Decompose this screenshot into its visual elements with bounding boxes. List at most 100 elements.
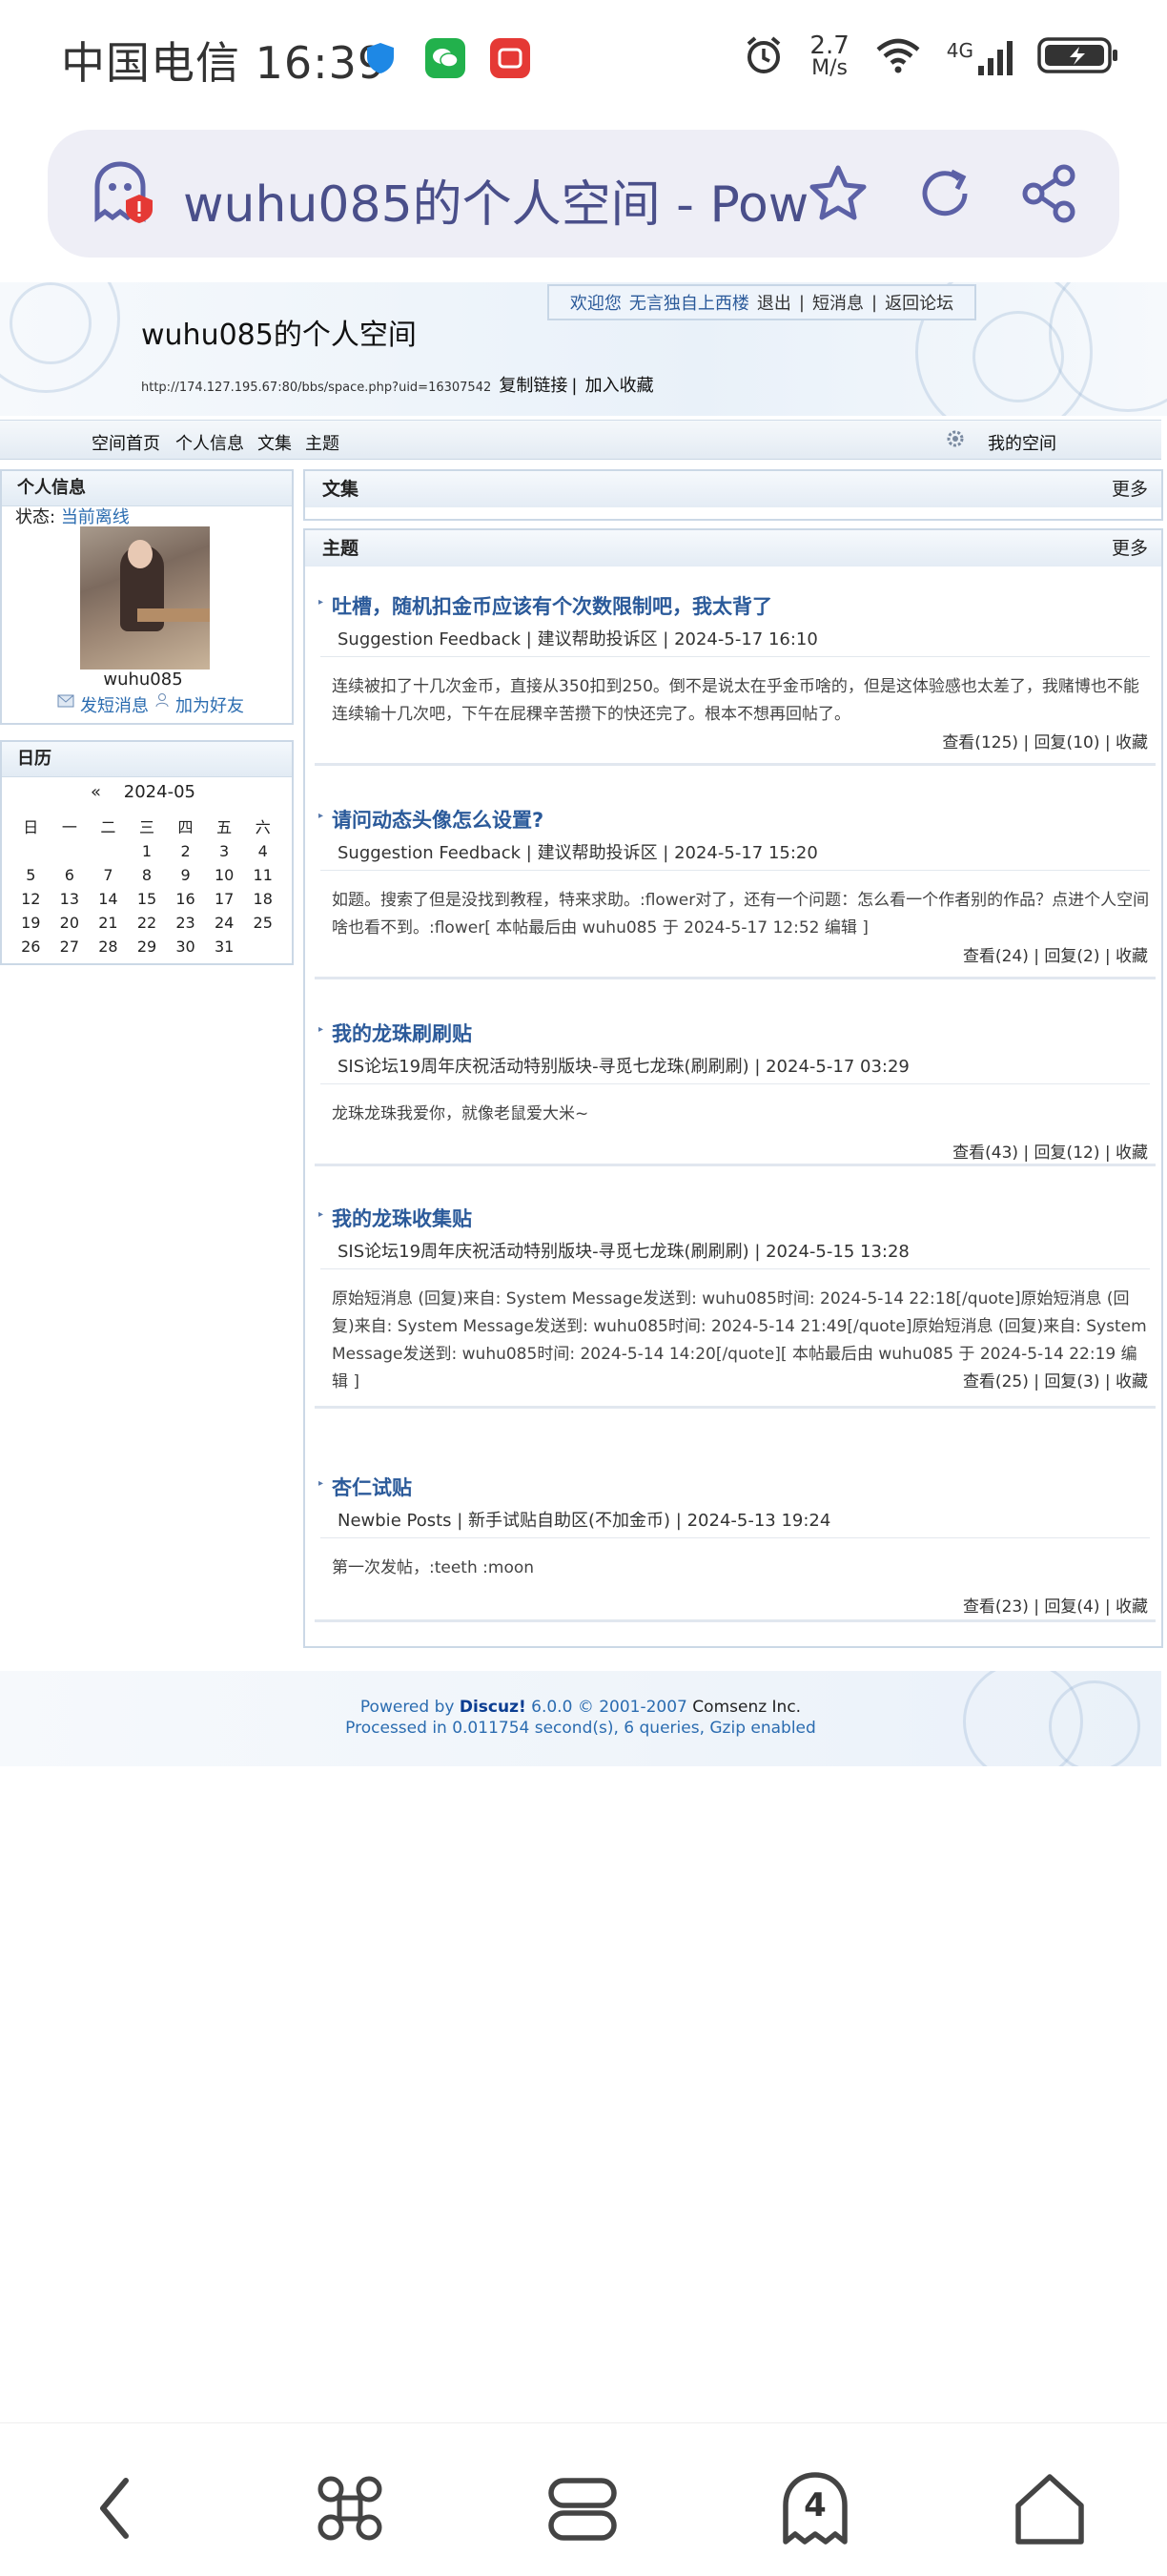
calendar-day[interactable]: 19 [11, 912, 51, 934]
topic-separator [315, 977, 1156, 979]
address-bar[interactable]: wuhu085的个人空间 - Pow [48, 130, 1119, 258]
gear-icon[interactable] [946, 429, 965, 448]
profile-username: wuhu085 [103, 670, 183, 690]
topic-title-link[interactable]: 请问动态头像怎么设置? [332, 805, 543, 834]
topic-stats[interactable]: 查看(24) | 回复(2) | 收藏 [963, 942, 1148, 966]
back-icon[interactable] [72, 2465, 158, 2551]
calendar-day[interactable]: 4 [243, 840, 282, 862]
space-url: http://174.127.195.67:80/bbs/space.php?u… [141, 381, 492, 395]
comsenz-link[interactable]: Comsenz Inc. [692, 1698, 801, 1717]
avatar[interactable] [80, 526, 210, 670]
calendar-weekday: 四 [177, 818, 194, 836]
topic-item: ▸ 吐槽，随机扣金币应该有个次数限制吧，我太背了 Suggestion Feedba… [305, 568, 1161, 778]
calendar-weekday: 日 [23, 818, 39, 836]
reload-icon[interactable] [911, 160, 978, 227]
calendar-month: 2024-05 [123, 782, 195, 802]
calendar-day[interactable]: 11 [243, 864, 282, 886]
send-message-link[interactable]: 发短消息 [80, 692, 149, 717]
home-icon[interactable] [1007, 2465, 1093, 2551]
welcome-user-link[interactable]: 无言独自上西楼 [629, 290, 749, 315]
calendar-day[interactable]: 18 [243, 888, 282, 910]
calendar-day[interactable]: 24 [205, 912, 244, 934]
net-speed: 2.7 M/s [809, 33, 849, 80]
alarm-icon [743, 34, 785, 80]
calendar-day[interactable]: 3 [205, 840, 244, 862]
messages-link[interactable]: 短消息 [812, 290, 864, 315]
calendar-weekday: 三 [138, 818, 154, 836]
nav-profile[interactable]: 个人信息 [175, 430, 244, 455]
discuz-link[interactable]: Discuz! [460, 1698, 526, 1717]
topics-more-link[interactable]: 更多 [1112, 530, 1148, 567]
network-type: 4G [946, 39, 973, 62]
topic-stats[interactable]: 查看(125) | 回复(10) | 收藏 [942, 729, 1148, 752]
carrier-time: 中国电信 16:39 [61, 37, 387, 89]
calendar-day[interactable]: 28 [89, 936, 128, 958]
topic-separator [315, 1164, 1156, 1166]
calendar-day[interactable]: 16 [166, 888, 205, 910]
calendar-weekday: 六 [255, 818, 271, 836]
welcome-bar: 欢迎您 无言独自上西楼 退出 | 短消息 | 返回论坛 [547, 284, 976, 320]
my-space-link[interactable]: 我的空间 [988, 430, 1056, 455]
tabs-stack-icon[interactable] [540, 2465, 625, 2551]
topics-heading: 主题 [322, 538, 359, 559]
copy-link[interactable]: 复制链接 [499, 376, 567, 396]
calendar-day[interactable]: 23 [166, 912, 205, 934]
add-friend-link[interactable]: 加为好友 [175, 692, 244, 717]
powered-by: Powered by [359, 1698, 455, 1717]
calendar-prev-month[interactable]: « [91, 782, 101, 802]
collection-panel: 文集 更多 [303, 469, 1163, 521]
calendar-day[interactable]: 22 [128, 912, 167, 934]
address-title[interactable]: wuhu085的个人空间 - Pow [183, 164, 812, 236]
calendar-day[interactable]: 7 [89, 864, 128, 886]
calendar-day[interactable]: 12 [11, 888, 51, 910]
status-value: 当前离线 [60, 507, 130, 527]
topic-bullet-icon: ▸ [318, 597, 324, 608]
space-title: wuhu085的个人空间 [141, 319, 417, 352]
logout-link[interactable]: 退出 [757, 290, 791, 315]
calendar-day[interactable]: 26 [11, 936, 51, 958]
topic-bullet-icon: ▸ [318, 1209, 324, 1220]
command-menu-icon[interactable] [307, 2465, 393, 2551]
nav-collection[interactable]: 文集 [257, 430, 292, 455]
topic-title-link[interactable]: 我的龙珠收集贴 [332, 1204, 472, 1232]
nav-space-home[interactable]: 空间首页 [92, 430, 160, 455]
calendar-day[interactable]: 27 [51, 936, 90, 958]
add-favorite-link[interactable]: 加入收藏 [585, 376, 654, 396]
ghost-security-warning-icon[interactable] [90, 158, 156, 225]
calendar-day[interactable]: 20 [51, 912, 90, 934]
topic-stats[interactable]: 查看(23) | 回复(4) | 收藏 [963, 1593, 1148, 1617]
calendar-day[interactable]: 1 [128, 840, 167, 862]
calendar-day[interactable]: 30 [166, 936, 205, 958]
calendar-day[interactable]: 14 [89, 888, 128, 910]
calendar-day[interactable]: 13 [51, 888, 90, 910]
calendar-day[interactable]: 31 [205, 936, 244, 958]
calendar-day[interactable]: 2 [166, 840, 205, 862]
calendar-day[interactable]: 10 [205, 864, 244, 886]
topic-title-link[interactable]: 我的龙珠刷刷贴 [332, 1019, 472, 1047]
topic-title-link[interactable]: 杏仁试贴 [332, 1473, 412, 1501]
topic-item: ▸ 我的龙珠收集贴 SIS论坛19周年庆祝活动特别版块-寻觅七龙珠(刷刷刷) | 2… [305, 1181, 1161, 1429]
calendar-day[interactable]: 9 [166, 864, 205, 886]
page-footer: Powered by Discuz! 6.0.0 © 2001-2007 Com… [0, 1671, 1161, 1766]
calendar-day[interactable]: 17 [205, 888, 244, 910]
tab-count-ghost-icon[interactable]: 4 [772, 2465, 858, 2551]
topic-title-link[interactable]: 吐槽，随机扣金币应该有个次数限制吧，我太背了 [332, 591, 772, 620]
calendar-day[interactable]: 21 [89, 912, 128, 934]
cellular-signal-icon: 4G [947, 39, 1013, 75]
collection-more-link[interactable]: 更多 [1112, 471, 1148, 507]
back-forum-link[interactable]: 返回论坛 [885, 290, 953, 315]
calendar-day[interactable]: 29 [128, 936, 167, 958]
web-page: 欢迎您 无言独自上西楼 退出 | 短消息 | 返回论坛 wuhu085的个人空间 h… [0, 282, 1167, 1770]
nav-topics[interactable]: 主题 [305, 430, 339, 455]
calendar-day[interactable]: 25 [243, 912, 282, 934]
bookmark-star-icon[interactable] [805, 160, 871, 227]
calendar-day[interactable]: 15 [128, 888, 167, 910]
topic-stats[interactable]: 查看(25) | 回复(3) | 收藏 [963, 1368, 1148, 1391]
calendar-day[interactable]: 6 [51, 864, 90, 886]
discuz-version: 6.0.0 [531, 1698, 573, 1717]
calendar-day[interactable]: 5 [11, 864, 51, 886]
share-icon[interactable] [1016, 160, 1083, 227]
topic-stats[interactable]: 查看(43) | 回复(12) | 收藏 [952, 1139, 1148, 1163]
calendar-day[interactable]: 8 [128, 864, 167, 886]
space-nav: 空间首页 个人信息 文集 主题 我的空间 [0, 420, 1161, 460]
